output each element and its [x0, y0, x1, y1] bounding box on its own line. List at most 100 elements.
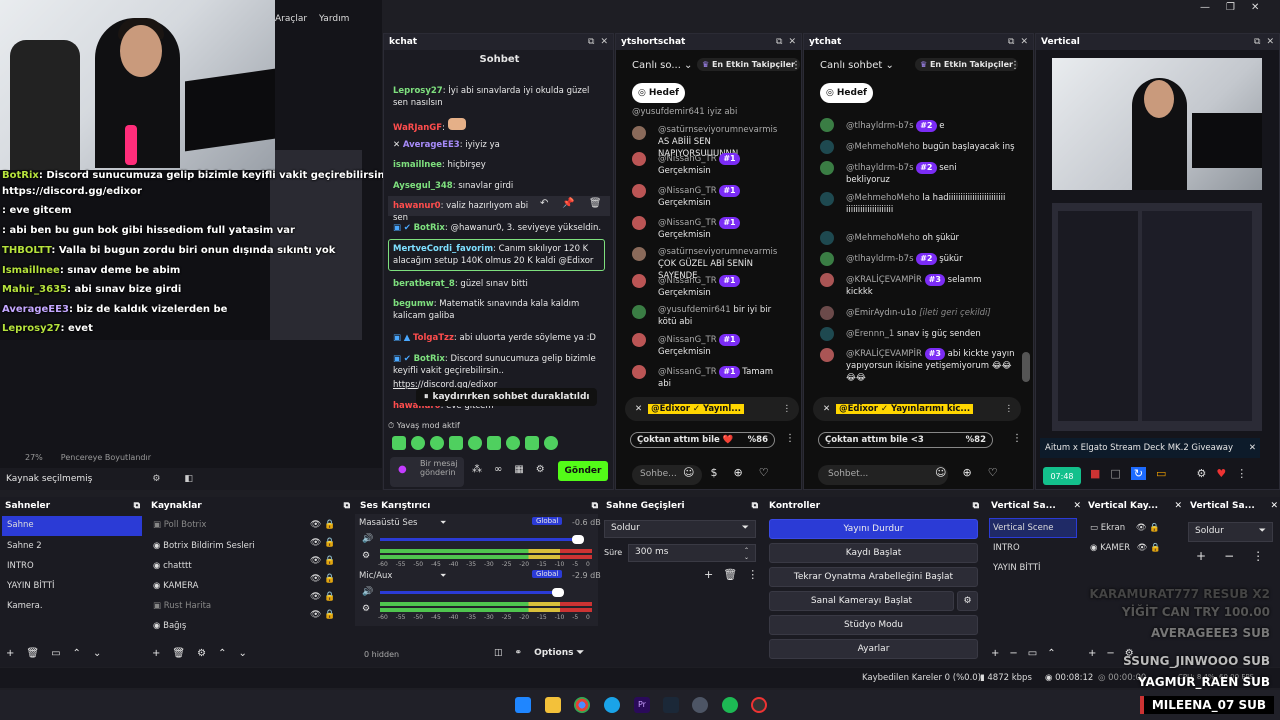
gear-icon[interactable]: ⚙ [197, 648, 206, 659]
emote-icon[interactable] [487, 436, 501, 450]
pinned-message[interactable]: ✕ @Edixor ✓ Yayınlarımı kic... ⋮ [813, 397, 1021, 421]
spotify-icon[interactable] [722, 697, 738, 713]
emoji-icon[interactable]: ☺ [935, 466, 946, 479]
steam-icon[interactable] [663, 697, 679, 713]
emote-icon[interactable] [468, 436, 482, 450]
source-item[interactable]: ◉ chatttt [153, 561, 192, 571]
vtransition-select[interactable]: Soldur ⏷ [1188, 522, 1273, 542]
more-icon[interactable]: ⋮ [1010, 60, 1020, 71]
duration-input[interactable]: 300 ms ⌃ ⌄ [628, 544, 756, 562]
close-icon[interactable]: ✕ [1020, 37, 1028, 47]
screen-icon[interactable]: ▭ [1156, 467, 1166, 480]
emote-icon[interactable] [544, 436, 558, 450]
vscene-item[interactable]: INTRO [993, 543, 1020, 553]
filter-icon[interactable]: ◧ [184, 474, 193, 484]
vsource-item[interactable]: ◉ KAMER 👁 🔒 [1090, 543, 1161, 553]
top-fans-button[interactable]: ♛ En Etkin Takipçiler [915, 58, 1018, 71]
more-icon[interactable]: ⋮ [791, 60, 801, 71]
delete-icon[interactable]: 🗑 [723, 568, 737, 581]
source-item[interactable]: ◉ Botrix Bildirim Sesleri [153, 541, 255, 551]
scene-item[interactable]: Sahne 2 [7, 541, 42, 551]
delete-icon[interactable]: 🗑 [589, 198, 602, 209]
emote-icon[interactable] [449, 436, 463, 450]
plus-icon[interactable]: ⊕ [733, 466, 742, 479]
mixer-settings-icon[interactable]: ⚙ [362, 551, 370, 561]
emoji-icon[interactable]: ☺ [683, 466, 694, 479]
studio-mode-button[interactable]: Stüdyo Modu [769, 615, 978, 635]
chat-input[interactable]: Sohbet... [818, 465, 948, 485]
store-icon[interactable]: ▦ [514, 464, 523, 475]
scrollbar[interactable] [1022, 352, 1030, 382]
more-icon[interactable]: ⋮ [1012, 433, 1022, 444]
delete-icon[interactable]: 🗑 [172, 648, 185, 659]
poll-bar[interactable]: Çoktan attım bile <3 %82 [818, 432, 993, 448]
obs-icon[interactable] [751, 697, 767, 713]
eye-icon[interactable]: 👁 🔒 [310, 592, 336, 602]
more-icon[interactable]: ⋮ [1236, 467, 1247, 480]
chevron-down-icon[interactable]: ⏷ [440, 571, 446, 581]
delete-icon[interactable]: 🗑 [26, 648, 39, 659]
gear-icon[interactable]: ⚙ [957, 591, 978, 611]
virtual-camera-button[interactable]: Sanal Kamerayı Başlat [769, 591, 954, 611]
volume-slider[interactable] [380, 538, 580, 541]
chevron-down-icon[interactable]: ⌄ [238, 648, 246, 659]
eye-icon[interactable]: 👁 🔒 [310, 610, 336, 620]
gear-icon[interactable]: ⚙ [152, 474, 160, 484]
slider-handle[interactable] [572, 535, 584, 544]
file-explorer-icon[interactable] [545, 697, 561, 713]
chevron-up-icon[interactable]: ⌃ [1047, 648, 1055, 659]
refresh-icon[interactable]: ↻ [1130, 467, 1147, 480]
app-icon[interactable] [692, 697, 708, 713]
chevron-up-icon[interactable]: ⌃ [218, 648, 226, 659]
vsource-item[interactable]: ▭ Ekran 👁 🔒 [1090, 523, 1160, 533]
chat-paused-notice[interactable]: ⏸ kaydırırken sohbet duraklatıldı [416, 388, 598, 406]
minimize-icon[interactable]: — [1200, 2, 1210, 13]
windows-start-icon[interactable] [515, 697, 531, 713]
scene-item[interactable]: Sahne [7, 520, 34, 530]
filter-icon[interactable]: ▭ [1028, 648, 1037, 659]
chevron-down-icon[interactable]: ⌄ [93, 648, 101, 659]
gear-icon[interactable]: ⚙ [536, 464, 545, 475]
scene-item[interactable]: YAYIN BİTTİ [7, 581, 55, 591]
add-icon[interactable]: + [1196, 549, 1206, 563]
pin-icon[interactable]: 📌 [562, 198, 574, 209]
filter-icon[interactable]: ▭ [51, 648, 60, 659]
add-icon[interactable]: + [152, 648, 160, 659]
eye-icon[interactable]: 👁 🔒 [310, 538, 336, 548]
eye-icon[interactable]: 👁 🔒 [310, 556, 336, 566]
volume-slider[interactable] [380, 591, 560, 594]
zoom-level[interactable]: 27% [25, 453, 43, 462]
source-item[interactable]: ▣ Poll Botrix [153, 520, 206, 530]
source-item[interactable]: ▣ Rust Harita [153, 601, 211, 611]
layout-icon[interactable]: ◫ [494, 648, 503, 658]
emote-icon[interactable] [411, 436, 425, 450]
emote-icon[interactable] [392, 436, 406, 450]
remove-icon[interactable]: − [1106, 648, 1114, 659]
edge-icon[interactable] [604, 697, 620, 713]
menu-araclar[interactable]: Araçlar [275, 14, 307, 32]
remove-icon[interactable]: − [1224, 549, 1234, 563]
maximize-icon[interactable]: ❐ [1226, 2, 1235, 13]
popout-icon[interactable]: ⧉ [1254, 37, 1260, 47]
vscene-item[interactable]: Vertical Scene [993, 523, 1053, 533]
chevron-up-icon[interactable]: ⌃ [73, 648, 81, 659]
close-icon[interactable]: ✕ [600, 37, 608, 47]
add-icon[interactable]: + [991, 648, 999, 659]
transition-select[interactable]: Soldur ⏷ [604, 520, 756, 538]
chrome-icon[interactable] [574, 697, 590, 713]
chat-mode-select[interactable]: Canlı so... ⌄ [632, 60, 692, 71]
more-icon[interactable]: ⋮ [1252, 549, 1264, 563]
record-icon[interactable]: ■ [1090, 467, 1100, 480]
more-icon[interactable]: ⋮ [747, 568, 758, 581]
gear-icon[interactable]: ⚙ [1196, 467, 1206, 480]
popout-icon[interactable]: ⧉ [1008, 37, 1014, 47]
link-icon[interactable]: ⚭ [515, 648, 523, 658]
slider-handle[interactable] [552, 588, 564, 597]
start-recording-button[interactable]: Kaydı Başlat [769, 543, 978, 563]
scene-item[interactable]: Kamera. [7, 601, 43, 611]
plus-icon[interactable]: ⊕ [962, 466, 971, 479]
source-item[interactable]: ◉ KAMERA [153, 581, 198, 591]
reply-icon[interactable]: ↶ [540, 198, 548, 209]
chat-mode-select[interactable]: Canlı sohbet ⌄ [820, 60, 894, 71]
popout-icon[interactable]: ⧉ [776, 37, 782, 47]
